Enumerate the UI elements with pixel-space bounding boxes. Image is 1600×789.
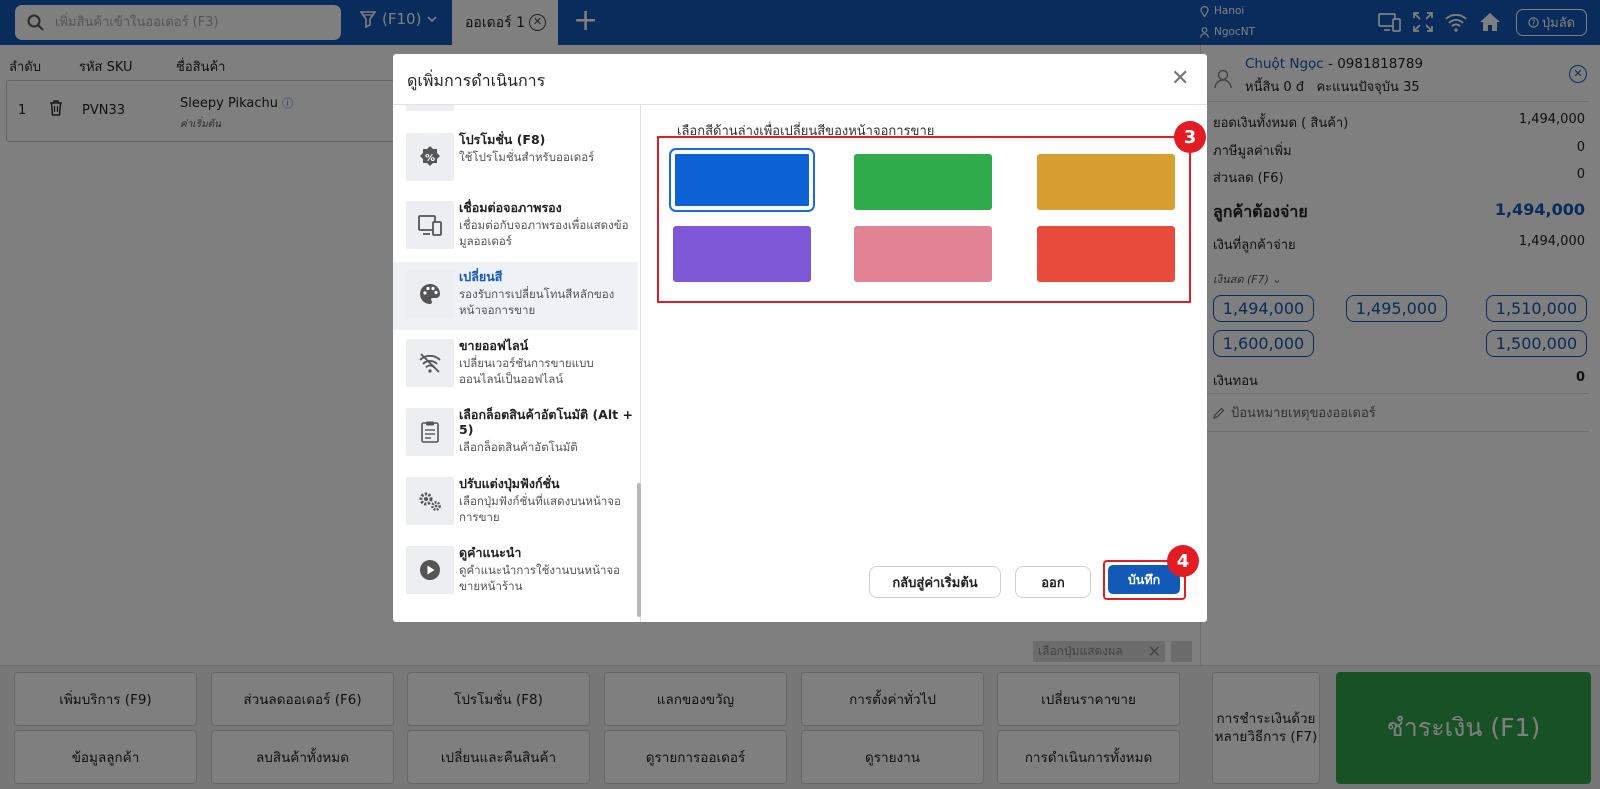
list-item[interactable]: ปรับแต่งปุ่มฟังก์ชั่น เลือกปุ่มฟังก์ชั่น… [393, 469, 638, 537]
item-desc: รองรับการเปลี่ยนโทนสีหลักของหน้าจอการขาย [459, 287, 615, 317]
gears-icon [406, 477, 454, 525]
wifi-off-icon [406, 339, 454, 387]
close-icon[interactable]: ✕ [1171, 66, 1189, 91]
item-title: ดูคำแนะนำ [459, 545, 522, 560]
item-title: โปรโมชั่น (F8) [459, 132, 546, 147]
color-swatch-pink[interactable] [854, 226, 992, 282]
item-title: ขายออฟไลน์ [459, 338, 529, 353]
list-item-partial [406, 105, 454, 111]
lot-icon [406, 408, 454, 456]
item-desc: ดูคำแนะนำการใช้งานบนหน้าจอขายหน้าร้าน [459, 563, 621, 593]
color-swatch-orange[interactable] [1037, 154, 1175, 210]
list-item-selected[interactable]: เปลี่ยนสี รองรับการเปลี่ยนโทนสีหลักของหน… [393, 262, 638, 330]
step-badge: 3 [1174, 121, 1206, 153]
action-list: % โปรโมชั่น (F8) ใช้โปรโมชั่นสำหรับออเดอ… [393, 105, 641, 622]
item-desc: เลือกล็อตสินค้าอัตโนมัติ [459, 440, 578, 454]
color-swatch-green[interactable] [854, 154, 992, 210]
more-actions-modal: ดูเพิ่มการดำเนินการ ✕ % โปรโมชั่น (F8) ใ… [393, 54, 1207, 622]
palette-icon [406, 270, 454, 318]
item-desc: เลือกปุ่มฟังก์ชั่นที่แสดงบนหน้าจอการขาย [459, 494, 621, 524]
list-item[interactable]: เลือกล็อตสินค้าอัตโนมัติ (Alt + 5) เลือก… [393, 400, 638, 468]
item-title: เลือกล็อตสินค้าอัตโนมัติ (Alt + 5) [459, 407, 633, 437]
list-item[interactable]: % โปรโมชั่น (F8) ใช้โปรโมชั่นสำหรับออเดอ… [393, 125, 638, 193]
promotion-icon: % [406, 133, 454, 181]
item-title: เชื่อมต่อจอภาพรอง [459, 200, 562, 215]
color-swatch-purple[interactable] [673, 226, 811, 282]
play-icon [406, 546, 454, 594]
color-swatch-blue[interactable] [669, 148, 815, 212]
step-badge: 4 [1167, 545, 1199, 577]
color-palette [657, 136, 1191, 303]
item-desc: เปลี่ยนเวอร์ชันการขายแบบออนไลน์เป็นออฟไล… [459, 356, 594, 386]
item-title: เปลี่ยนสี [459, 269, 503, 284]
item-desc: เชื่อมต่อกับจอภาพรองเพื่อแสดงข้อมูลออเดอ… [459, 218, 629, 248]
scrollbar-thumb[interactable] [637, 483, 641, 617]
list-item[interactable]: ขายออฟไลน์ เปลี่ยนเวอร์ชันการขายแบบออนไล… [393, 331, 638, 399]
reset-default-button[interactable]: กลับสู่ค่าเริ่มต้น [869, 566, 1001, 598]
modal-title: ดูเพิ่มการดำเนินการ [407, 71, 546, 90]
item-desc: ใช้โปรโมชั่นสำหรับออเดอร์ [459, 150, 595, 164]
item-title: ปรับแต่งปุ่มฟังก์ชั่น [459, 476, 560, 491]
list-item[interactable]: เชื่อมต่อจอภาพรอง เชื่อมต่อกับจอภาพรองเพ… [393, 193, 638, 261]
exit-button[interactable]: ออก [1015, 566, 1091, 598]
svg-text:%: % [425, 153, 435, 164]
color-swatch-red[interactable] [1037, 226, 1175, 282]
list-scrollbar[interactable] [637, 105, 641, 622]
list-item[interactable]: ดูคำแนะนำ ดูคำแนะนำการใช้งานบนหน้าจอขายห… [393, 538, 638, 606]
devices-icon [406, 201, 454, 249]
